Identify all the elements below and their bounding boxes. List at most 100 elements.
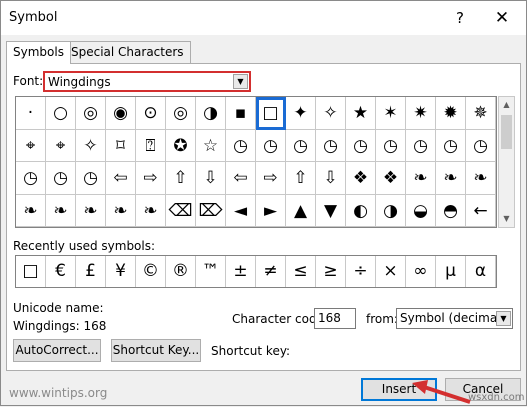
symbol-cell[interactable]: ❖ — [346, 162, 376, 195]
chevron-down-icon[interactable]: ▼ — [496, 311, 511, 326]
tab-symbols[interactable]: Symbols — [6, 41, 71, 64]
symbol-cell[interactable]: ✧ — [316, 97, 346, 130]
symbol-cell[interactable]: ⌖ — [16, 129, 46, 162]
symbol-cell[interactable]: □ — [256, 97, 286, 130]
symbol-cell[interactable]: ⌖ — [46, 129, 76, 162]
symbol-cell[interactable]: ✶ — [376, 97, 406, 130]
symbol-cell[interactable]: ❧ — [436, 162, 466, 195]
symbol-grid-scrollbar[interactable]: ▲ ▼ — [498, 96, 515, 228]
symbol-cell[interactable]: ★ — [346, 97, 376, 130]
recent-symbol[interactable]: ™ — [196, 256, 226, 287]
symbol-cell[interactable]: ▲ — [286, 194, 316, 227]
recent-symbol[interactable]: € — [46, 256, 76, 287]
symbol-cell[interactable]: ◄ — [226, 194, 256, 227]
symbol-cell[interactable]: ⇧ — [286, 162, 316, 195]
recent-symbol[interactable]: □ — [16, 256, 46, 287]
symbol-cell[interactable]: ❧ — [106, 194, 136, 227]
symbol-cell[interactable]: ◷ — [436, 129, 466, 162]
symbol-cell[interactable]: ❖ — [376, 162, 406, 195]
symbol-cell[interactable]: · — [16, 97, 46, 130]
recent-symbol[interactable]: ≠ — [256, 256, 286, 287]
symbol-cell[interactable]: ⇦ — [106, 162, 136, 195]
symbol-cell[interactable]: ✦ — [286, 97, 316, 130]
symbol-cell[interactable]: ◷ — [346, 129, 376, 162]
recent-symbol[interactable]: × — [376, 256, 406, 287]
symbol-cell[interactable]: ⇦ — [226, 162, 256, 195]
symbol-cell[interactable]: ○ — [46, 97, 76, 130]
recent-symbol[interactable]: £ — [76, 256, 106, 287]
recent-symbol[interactable]: α — [466, 256, 496, 287]
symbol-cell[interactable]: ❧ — [466, 162, 496, 195]
symbol-cell[interactable]: ❧ — [46, 194, 76, 227]
symbol-cell[interactable]: ⇩ — [316, 162, 346, 195]
symbol-cell[interactable]: ⌫ — [166, 194, 196, 227]
symbol-cell[interactable]: ◷ — [76, 162, 106, 195]
symbol-cell[interactable]: ◷ — [406, 129, 436, 162]
symbol-cell[interactable]: ⌦ — [196, 194, 226, 227]
symbol-cell[interactable]: ► — [256, 194, 286, 227]
recent-symbol[interactable]: © — [136, 256, 166, 287]
symbol-dialog: Symbol ? ✕ Symbols Special Characters Fo… — [0, 0, 527, 406]
symbol-cell[interactable]: ✧ — [76, 129, 106, 162]
symbol-cell[interactable]: ◷ — [466, 129, 496, 162]
scrollbar-thumb[interactable] — [501, 115, 512, 149]
symbol-cell[interactable]: ◒ — [406, 194, 436, 227]
annotation-arrow-icon — [412, 380, 471, 404]
symbol-cell[interactable]: ◐ — [346, 194, 376, 227]
recent-symbol[interactable]: ≤ — [286, 256, 316, 287]
symbol-cell[interactable]: ▼ — [316, 194, 346, 227]
recent-symbol[interactable]: µ — [436, 256, 466, 287]
from-label: from: — [366, 312, 398, 326]
symbol-cell[interactable]: ◉ — [106, 97, 136, 130]
symbol-cell[interactable]: ◑ — [196, 97, 226, 130]
symbol-cell[interactable]: ◎ — [76, 97, 106, 130]
font-select[interactable]: Wingdings ▼ — [43, 71, 251, 92]
symbol-cell[interactable]: ◷ — [286, 129, 316, 162]
symbol-cell[interactable]: ⇨ — [136, 162, 166, 195]
symbol-cell[interactable]: ✹ — [436, 97, 466, 130]
symbol-cell[interactable]: ⇩ — [196, 162, 226, 195]
from-select[interactable]: Symbol (decimal) ▼ — [396, 308, 513, 329]
symbol-cell[interactable]: ❧ — [76, 194, 106, 227]
symbol-cell[interactable]: ◎ — [166, 97, 196, 130]
close-icon[interactable]: ✕ — [487, 5, 517, 31]
symbol-cell[interactable]: ◷ — [46, 162, 76, 195]
chevron-down-icon[interactable]: ▼ — [233, 74, 248, 89]
symbol-cell[interactable]: ▪ — [226, 97, 256, 130]
symbol-cell[interactable]: ⇨ — [256, 162, 286, 195]
symbol-cell[interactable]: ☆ — [196, 129, 226, 162]
symbol-cell[interactable]: ✷ — [406, 97, 436, 130]
scroll-up-icon[interactable]: ▲ — [499, 97, 514, 113]
symbol-cell[interactable]: ⌑ — [106, 129, 136, 162]
symbol-cell[interactable]: ← — [466, 194, 496, 227]
symbol-cell[interactable]: ⇧ — [166, 162, 196, 195]
recent-symbol[interactable]: ¥ — [106, 256, 136, 287]
recent-symbol[interactable]: ∞ — [406, 256, 436, 287]
recent-symbol[interactable]: ÷ — [346, 256, 376, 287]
symbol-cell[interactable]: ✪ — [166, 129, 196, 162]
symbol-cell[interactable]: ◷ — [16, 162, 46, 195]
character-code-input[interactable]: 168 — [314, 308, 356, 329]
symbol-grid[interactable]: · ○ ◎ ◉ ⊙ ◎ ◑ ▪ □ ✦ ✧ ★ ✶ ✷ ✹ ✵ ⌖ ⌖ ✧ ⌑ ⍰ ✪ ☆ ◷ ◷ ◷ ◷ ◷ ◷ ◷ ◷ ◷ ◷ ◷ ◷ ⇦ ⇨ ⇧ ⇩ ⇦… — [15, 96, 497, 228]
shortcut-key-button[interactable]: Shortcut Key... — [111, 339, 201, 362]
recently-used-symbols[interactable]: □ € £ ¥ © ® ™ ± ≠ ≤ ≥ ÷ × ∞ µ α — [15, 255, 497, 288]
symbol-cell[interactable]: ◷ — [226, 129, 256, 162]
symbol-cell[interactable]: ◷ — [316, 129, 346, 162]
symbol-cell[interactable]: ❧ — [406, 162, 436, 195]
tab-special-characters[interactable]: Special Characters — [64, 41, 191, 63]
symbol-cell[interactable]: ❧ — [16, 194, 46, 227]
scroll-down-icon[interactable]: ▼ — [499, 211, 514, 227]
help-icon[interactable]: ? — [445, 5, 475, 31]
symbol-cell[interactable]: ✵ — [466, 97, 496, 130]
symbol-cell[interactable]: ◷ — [376, 129, 406, 162]
autocorrect-button[interactable]: AutoCorrect... — [13, 339, 101, 362]
symbol-cell[interactable]: ◷ — [256, 129, 286, 162]
recent-symbol[interactable]: ≥ — [316, 256, 346, 287]
symbol-cell[interactable]: ◑ — [376, 194, 406, 227]
recent-symbol[interactable]: ± — [226, 256, 256, 287]
symbol-cell[interactable]: ◓ — [436, 194, 466, 227]
symbol-cell[interactable]: ❧ — [136, 194, 166, 227]
recent-symbol[interactable]: ® — [166, 256, 196, 287]
symbol-cell[interactable]: ⊙ — [136, 97, 166, 130]
symbol-cell[interactable]: ⍰ — [136, 129, 166, 162]
